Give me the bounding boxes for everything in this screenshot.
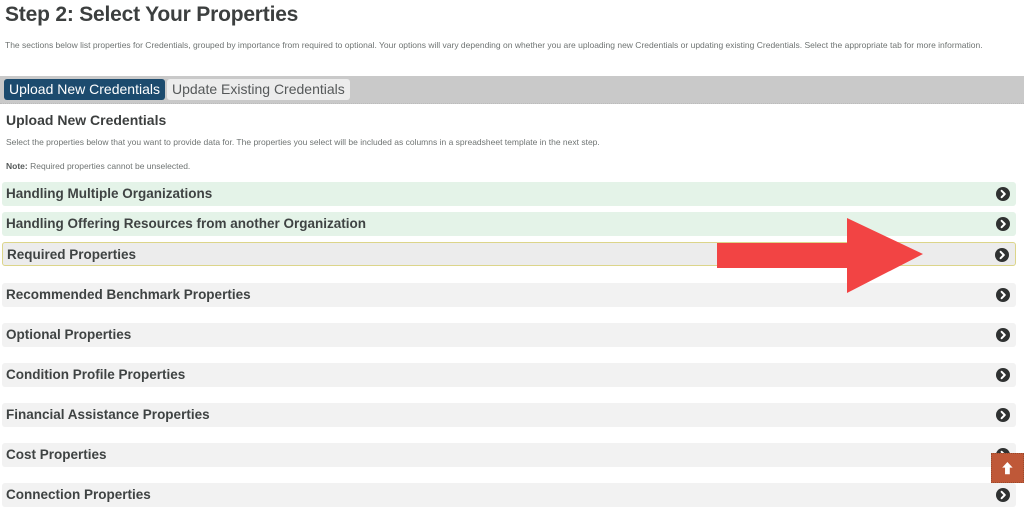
accordion-label: Handling Offering Resources from another… <box>6 216 367 231</box>
chevron-right-circle-icon[interactable] <box>996 288 1010 302</box>
accordion-label: Handling Multiple Organizations <box>6 186 213 201</box>
accordion-cost-properties[interactable]: Cost Properties <box>2 443 1016 467</box>
tab-update-existing-credentials[interactable]: Update Existing Credentials <box>167 79 350 100</box>
chevron-right-circle-icon[interactable] <box>996 217 1010 231</box>
page-title: Step 2: Select Your Properties <box>5 3 299 26</box>
chevron-right-circle-icon[interactable] <box>996 187 1010 201</box>
note: Note: Required properties cannot be unse… <box>6 161 190 171</box>
accordion-handling-offering-resources-from-another-organization[interactable]: Handling Offering Resources from another… <box>2 212 1016 236</box>
chevron-right-circle-icon[interactable] <box>996 488 1010 502</box>
note-label: Note: <box>6 161 28 171</box>
accordion-label: Optional Properties <box>6 327 132 342</box>
accordion-label: Required Properties <box>7 247 137 262</box>
note-text: Required properties cannot be unselected… <box>27 161 191 171</box>
scroll-to-top-button[interactable] <box>991 453 1024 483</box>
accordion-required-properties[interactable]: Required Properties <box>2 242 1016 266</box>
section-title: Upload New Credentials <box>6 112 167 128</box>
intro-text: The sections below list properties for C… <box>5 40 983 50</box>
accordion-connection-properties[interactable]: Connection Properties <box>2 483 1016 507</box>
chevron-right-circle-icon[interactable] <box>996 368 1010 382</box>
arrow-up-icon <box>1002 461 1013 475</box>
chevron-right-circle-icon[interactable] <box>996 328 1010 342</box>
accordion-label: Connection Properties <box>6 487 151 502</box>
accordion-label: Cost Properties <box>6 447 107 462</box>
accordion-condition-profile-properties[interactable]: Condition Profile Properties <box>2 363 1016 387</box>
accordion-financial-assistance-properties[interactable]: Financial Assistance Properties <box>2 403 1016 427</box>
accordion-label: Financial Assistance Properties <box>6 407 210 422</box>
chevron-right-circle-icon[interactable] <box>995 248 1009 262</box>
accordion-label: Condition Profile Properties <box>6 367 186 382</box>
tab-bar: Upload New Credentials Update Existing C… <box>0 76 1024 104</box>
accordion-handling-multiple-organizations[interactable]: Handling Multiple Organizations <box>2 182 1016 206</box>
accordion-optional-properties[interactable]: Optional Properties <box>2 323 1016 347</box>
section-description: Select the properties below that you wan… <box>6 137 600 147</box>
accordion-label: Recommended Benchmark Properties <box>6 287 251 302</box>
tab-upload-new-credentials[interactable]: Upload New Credentials <box>4 79 165 100</box>
accordion-recommended-benchmark-properties[interactable]: Recommended Benchmark Properties <box>2 283 1016 307</box>
chevron-right-circle-icon[interactable] <box>996 408 1010 422</box>
